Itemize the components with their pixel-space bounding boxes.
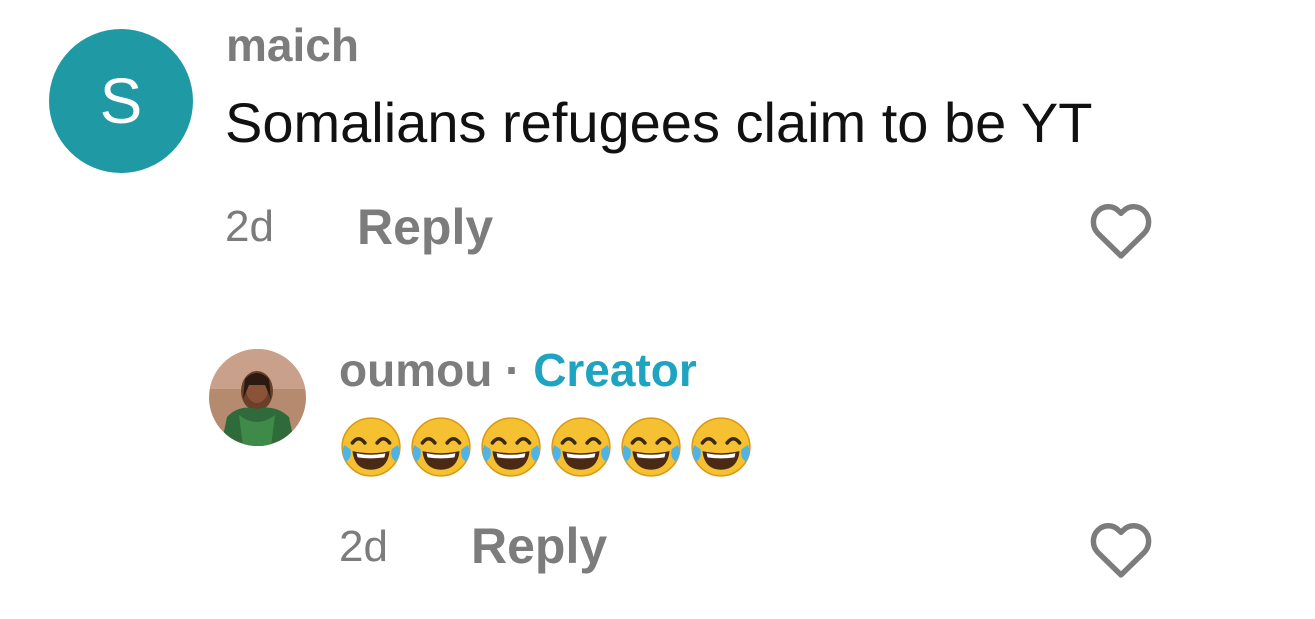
comment-username-row: oumou · Creator xyxy=(339,347,697,393)
comment-text: Somalians refugees claim to be YT xyxy=(225,91,1093,154)
comment-username[interactable]: maich xyxy=(226,22,359,68)
avatar-letter: S xyxy=(99,65,143,137)
tears-of-joy-emoji xyxy=(481,417,541,477)
creator-badge: Creator xyxy=(533,344,697,396)
tears-of-joy-emoji xyxy=(621,417,681,477)
user-photo xyxy=(209,349,306,446)
separator-dot: · xyxy=(505,344,521,396)
comment-timestamp: 2d xyxy=(225,202,274,251)
tears-of-joy-emoji xyxy=(341,417,401,477)
avatar[interactable] xyxy=(209,349,306,446)
reply-button[interactable]: Reply xyxy=(471,521,607,571)
reply-button[interactable]: Reply xyxy=(357,202,493,252)
comment-timestamp: 2d xyxy=(339,522,388,571)
comment-username[interactable]: oumou xyxy=(339,344,492,396)
heart-outline-icon[interactable] xyxy=(1088,200,1154,260)
heart-outline-icon[interactable] xyxy=(1088,519,1154,579)
tears-of-joy-emoji xyxy=(691,417,751,477)
comment-text xyxy=(338,414,754,480)
tears-of-joy-emoji xyxy=(551,417,611,477)
tears-of-joy-emoji xyxy=(411,417,471,477)
avatar[interactable]: S xyxy=(49,29,193,173)
